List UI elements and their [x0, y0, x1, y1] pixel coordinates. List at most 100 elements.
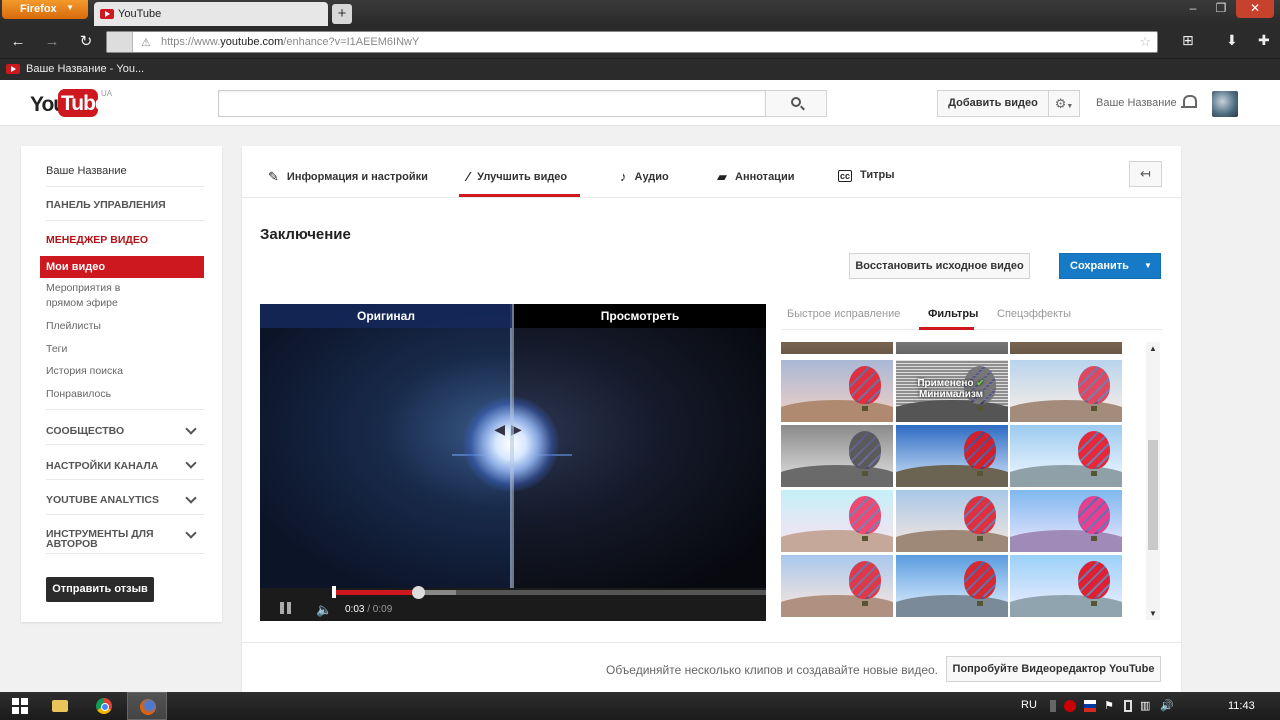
- sidebar-item-playlists[interactable]: Плейлисты: [46, 319, 101, 334]
- filter-thumbnail[interactable]: [896, 555, 1008, 617]
- chevron-down-icon[interactable]: [185, 492, 197, 504]
- send-feedback-button[interactable]: Отправить отзыв: [46, 577, 154, 602]
- sidebar-divider: [46, 444, 204, 445]
- taskbar-explorer[interactable]: [40, 692, 80, 720]
- search-button[interactable]: [765, 90, 827, 117]
- taskbar-firefox[interactable]: [127, 692, 167, 720]
- chrome-icon: [96, 698, 112, 714]
- sidebar-item-channel-settings[interactable]: НАСТРОЙКИ КАНАЛА: [46, 460, 158, 472]
- sidebar-item-search-history[interactable]: История поиска: [46, 364, 123, 379]
- language-indicator[interactable]: RU: [1021, 699, 1037, 711]
- filter-thumbnail[interactable]: [1010, 490, 1122, 552]
- filter-thumbnail[interactable]: [781, 342, 893, 354]
- settings-button[interactable]: ⚙▼: [1048, 90, 1080, 117]
- chevron-down-icon[interactable]: [185, 423, 197, 435]
- sidebar-channel-name[interactable]: Ваше Название: [46, 165, 127, 177]
- tab-filters[interactable]: Фильтры: [928, 308, 978, 320]
- chevron-down-icon[interactable]: ▼: [1149, 609, 1157, 618]
- tray-chevron-icon[interactable]: [1050, 700, 1056, 712]
- scrollbar-thumb[interactable]: [1148, 440, 1158, 550]
- revert-to-original-button[interactable]: Восстановить исходное видео: [849, 253, 1030, 279]
- taskbar-chrome[interactable]: [84, 692, 124, 720]
- clock[interactable]: 11:43: [1228, 700, 1255, 712]
- applied-filter-overlay: Применено ✔ Минимализм: [899, 378, 1003, 400]
- reload-icon[interactable]: ↻: [76, 32, 96, 52]
- filter-scrollbar[interactable]: ▲ ▼: [1146, 342, 1160, 620]
- filter-thumbnail[interactable]: [1010, 360, 1122, 422]
- applied-label: Применено: [917, 378, 974, 389]
- chevron-down-icon[interactable]: ▼: [1136, 254, 1160, 278]
- firefox-menu-button[interactable]: Firefox ▼: [2, 0, 88, 19]
- try-video-editor-button[interactable]: Попробуйте Видеоредактор YouTube: [946, 656, 1161, 682]
- filter-grid: Применено ✔ Минимализм: [781, 342, 1123, 620]
- trim-start-handle[interactable]: [332, 586, 336, 598]
- filter-thumbnail[interactable]: [896, 490, 1008, 552]
- windows-start-icon[interactable]: [12, 698, 28, 714]
- upload-button[interactable]: Добавить видео: [937, 90, 1049, 117]
- flag-icon[interactable]: ⚑: [1104, 700, 1116, 712]
- chevron-up-icon[interactable]: ▲: [1149, 344, 1157, 353]
- filter-thumbnail[interactable]: [896, 425, 1008, 487]
- filter-thumbnail[interactable]: [1010, 342, 1122, 354]
- video-player[interactable]: ◀▶ Оригинал Просмотреть 🔈 0:03 / 0:09: [260, 304, 766, 621]
- close-icon[interactable]: ✕: [1236, 0, 1274, 18]
- sidebar-item-video-manager[interactable]: МЕНЕДЖЕР ВИДЕО: [46, 234, 148, 246]
- sidebar-item-analytics[interactable]: YOUTUBE ANALYTICS: [46, 494, 159, 506]
- bookmark-star-icon[interactable]: ☆: [1139, 34, 1151, 50]
- user-name[interactable]: Ваше Название: [1096, 97, 1177, 109]
- back-arrow-icon[interactable]: ←: [8, 32, 28, 52]
- avatar[interactable]: [1212, 91, 1238, 117]
- split-divider[interactable]: [510, 304, 514, 588]
- speaker-icon[interactable]: 🔊: [1160, 700, 1174, 712]
- battery-icon[interactable]: [1124, 700, 1132, 712]
- bookmark-item[interactable]: Ваше Название - You...: [6, 63, 144, 75]
- filter-thumbnail[interactable]: [781, 425, 893, 487]
- minimize-icon[interactable]: –: [1180, 0, 1206, 18]
- tab-effects[interactable]: Спецэффекты: [997, 308, 1071, 320]
- filter-thumbnail[interactable]: [1010, 425, 1122, 487]
- pause-icon[interactable]: [280, 602, 291, 614]
- back-button[interactable]: ↤: [1129, 161, 1162, 187]
- filter-thumbnail[interactable]: [781, 490, 893, 552]
- restore-icon[interactable]: ❐: [1208, 0, 1234, 18]
- tab-audio[interactable]: ♪ Аудио: [620, 169, 669, 184]
- url-bar[interactable]: ⚠ https://www.youtube.com/enhance?v=I1AE…: [106, 31, 1158, 53]
- chevron-down-icon[interactable]: [185, 527, 197, 539]
- sidebar-item-community[interactable]: СООБЩЕСТВО: [46, 425, 124, 437]
- chevron-down-icon[interactable]: [185, 457, 197, 469]
- balloon-basket: [862, 601, 868, 606]
- save-button[interactable]: Сохранить ▼: [1059, 253, 1161, 279]
- sidebar-item-live-events[interactable]: Мероприятия в прямом эфире: [46, 281, 156, 311]
- addon-icon[interactable]: ✚: [1258, 32, 1270, 49]
- filter-thumbnail[interactable]: [1010, 555, 1122, 617]
- bookmarks-menu-icon[interactable]: ⊞: [1182, 32, 1194, 49]
- tab-subtitles[interactable]: cc Титры: [838, 169, 895, 182]
- new-tab-button[interactable]: +: [332, 4, 352, 24]
- filter-thumbnail[interactable]: [781, 555, 893, 617]
- filter-thumbnail[interactable]: [896, 342, 1008, 354]
- sidebar-item-my-videos[interactable]: Мои видео: [40, 256, 204, 278]
- save-label: Сохранить: [1070, 260, 1129, 272]
- tab-quick-fixes[interactable]: Быстрое исправление: [787, 308, 900, 320]
- notifications-bell-icon[interactable]: [1181, 94, 1197, 110]
- browser-tab[interactable]: YouTube: [94, 2, 328, 26]
- download-icon[interactable]: ⬇: [1226, 32, 1238, 49]
- balloon-icon: [849, 366, 881, 404]
- sidebar-item-liked[interactable]: Понравилось: [46, 387, 111, 402]
- tab-info-settings[interactable]: ✎ Информация и настройки: [268, 169, 428, 185]
- site-identity-icon[interactable]: [107, 32, 133, 52]
- forward-arrow-icon[interactable]: →: [42, 32, 62, 52]
- tab-annotations[interactable]: ▰ Аннотации: [717, 169, 794, 185]
- sidebar-item-tags[interactable]: Теги: [46, 342, 67, 357]
- russian-flag-icon[interactable]: [1084, 700, 1096, 712]
- scrubber-handle[interactable]: [412, 586, 425, 599]
- volume-icon[interactable]: 🔈: [316, 602, 332, 618]
- progress-bar[interactable]: [332, 590, 766, 595]
- network-icon[interactable]: ▥: [1140, 700, 1152, 712]
- search-input[interactable]: [218, 90, 766, 117]
- tab-enhancements[interactable]: ⁄ Улучшить видео: [467, 169, 567, 184]
- record-icon[interactable]: [1064, 700, 1076, 712]
- sidebar-item-creator-tools[interactable]: ИНСТРУМЕНТЫ ДЛЯ АВТОРОВ: [46, 529, 171, 550]
- sidebar-item-dashboard[interactable]: ПАНЕЛЬ УПРАВЛЕНИЯ: [46, 199, 166, 211]
- filter-thumbnail[interactable]: [781, 360, 893, 422]
